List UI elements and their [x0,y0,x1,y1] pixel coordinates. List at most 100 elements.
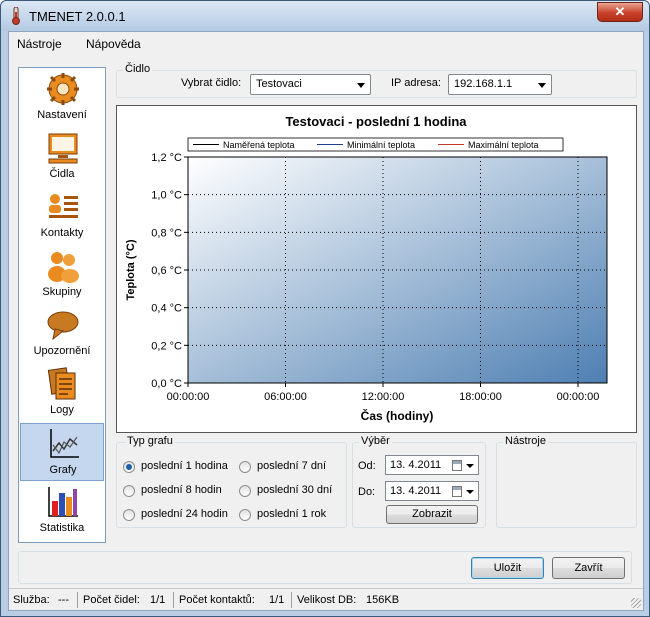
bar-chart-icon [48,487,78,517]
to-date-label: Do: [358,486,376,498]
show-button[interactable]: Zobrazit [386,505,478,524]
status-sensors-value: 1/1 [150,594,166,606]
nav-item-graphs[interactable]: Grafy [20,423,104,481]
radio-label: poslední 1 hodina [141,460,228,472]
radio-indicator [239,461,251,473]
status-sensors-label: Počet čidel: [83,594,140,606]
nav-label-graphs: Grafy [49,464,77,476]
radio-indicator [123,461,135,473]
y-tick-label: 0,2 °C [151,340,182,352]
from-date-value: 13. 4.2011 [390,459,442,471]
from-date-label: Od: [358,460,376,472]
radio-label: poslední 30 dní [257,484,333,496]
navigation-sidebar: Nastavení Čidla Kontakty Skupiny Upozorn… [18,67,106,543]
resize-grip[interactable] [631,598,641,608]
documents-icon [47,367,76,400]
radio-indicator [239,485,251,497]
status-contacts-label: Počet kontaktů: [179,594,255,606]
y-tick-label: 0,4 °C [151,303,182,315]
sensor-group-legend: Čidlo [123,63,153,75]
nav-item-settings[interactable]: Nastavení [20,69,104,127]
calendar-icon [452,486,462,497]
chart-title: Testovaci - poslední 1 hodina [285,114,467,129]
nav-item-contacts[interactable]: Kontakty [20,187,104,245]
window-title: TMENET 2.0.0.1 [29,9,126,24]
nav-item-statistics[interactable]: Statistika [20,482,104,540]
nav-label-logs: Logy [50,404,74,416]
legend-entry: Minimální teplota [347,140,415,150]
radio-last-24-hours[interactable]: poslední 24 hodin [123,507,238,523]
status-bar: Služba: --- Počet čidel: 1/1 Počet konta… [9,588,643,610]
thermometer-icon [12,7,20,25]
close-window-button[interactable]: ✕ [597,2,643,22]
ip-address-value: 192.168.1.1 [454,78,513,90]
temperature-chart: Testovaci - poslední 1 hodina 0,0 °C 0,2 … [125,114,608,423]
radio-indicator [123,485,135,497]
y-tick-label: 1,0 °C [151,190,182,202]
speech-bubble-icon [47,311,79,341]
menu-help[interactable]: Nápověda [86,37,141,51]
radio-indicator [123,509,135,521]
nav-item-sensors[interactable]: Čidla [20,128,104,186]
close-button[interactable]: Zavřít [552,557,625,579]
chevron-down-icon [466,464,474,468]
line-graph-icon [50,429,79,458]
status-db-label: Velikost DB: [297,594,357,606]
ip-address-select[interactable]: 192.168.1.1 [448,74,552,95]
nav-label-groups: Skupiny [42,286,82,298]
contact-card-icon [49,194,78,218]
x-tick-label: 12:00:00 [362,391,405,403]
radio-label: poslední 8 hodin [141,484,222,496]
nav-item-logs[interactable]: Logy [20,364,104,422]
y-tick-label: 1,2 °C [151,152,182,164]
status-contacts-value: 1/1 [269,594,285,606]
legend-entry: Naměřená teplota [223,140,295,150]
nav-label-settings: Nastavení [37,109,87,121]
legend-entry: Maximální teplota [468,140,539,150]
menu-tools[interactable]: Nástroje [17,37,62,51]
gear-icon [47,73,79,105]
title-bar[interactable]: TMENET 2.0.0.1 ✕ [1,1,649,31]
tools-legend: Nástroje [503,435,548,447]
radio-label: poslední 24 hodin [141,508,228,520]
nav-label-sensors: Čidla [49,168,75,180]
x-tick-label: 06:00:00 [264,391,307,403]
status-separator [173,592,174,608]
radio-label: poslední 7 dní [257,460,327,472]
radio-last-8-hours[interactable]: poslední 8 hodin [123,483,238,499]
radio-last-7-days[interactable]: poslední 7 dní [239,459,339,475]
y-axis-label: Teplota (°C) [125,239,137,300]
nav-label-contacts: Kontakty [40,227,84,239]
chevron-down-icon [466,490,474,494]
x-axis-label: Čas (hodiny) [361,408,434,423]
from-date-picker[interactable]: 13. 4.2011 [385,455,479,475]
radio-last-1-year[interactable]: poslední 1 rok [239,507,339,523]
calendar-icon [452,460,462,471]
chart-panel: Testovaci - poslední 1 hodina 0,0 °C 0,2 … [116,105,637,433]
radio-last-30-days[interactable]: poslední 30 dní [239,483,339,499]
x-tick-label: 00:00:00 [167,391,210,403]
chevron-down-icon [357,83,365,88]
radio-last-1-hour[interactable]: poslední 1 hodina [123,459,238,475]
sensor-select-value: Testovaci [256,78,302,90]
sensor-select[interactable]: Testovaci [250,74,371,95]
save-button[interactable]: Uložit [471,557,544,579]
menu-bar: Nástroje Nápověda [9,32,643,56]
status-service-label: Služba: [13,594,50,606]
chevron-down-icon [538,83,546,88]
y-tick-label: 0,6 °C [151,265,182,277]
monitor-icon [48,133,78,164]
chart-legend: Naměřená teplota Minimální teplota Maximál… [187,137,564,152]
nav-item-groups[interactable]: Skupiny [20,246,104,304]
graph-type-legend: Typ grafu [125,435,175,447]
to-date-picker[interactable]: 13. 4.2011 [385,481,479,501]
y-axis-ticks: 0,0 °C 0,2 °C 0,4 °C 0,6 °C 0,8 °C 1,0 °C 1,2 … [151,152,188,390]
nav-item-notifications[interactable]: Upozornění [20,305,104,363]
nav-label-notifications: Upozornění [33,345,91,357]
y-tick-label: 0,0 °C [151,378,182,390]
tools-group: Nástroje [496,435,637,528]
ip-address-label: IP adresa: [391,77,441,89]
to-date-value: 13. 4.2011 [390,485,442,497]
group-users-icon [48,252,79,283]
y-tick-label: 0,8 °C [151,227,182,239]
